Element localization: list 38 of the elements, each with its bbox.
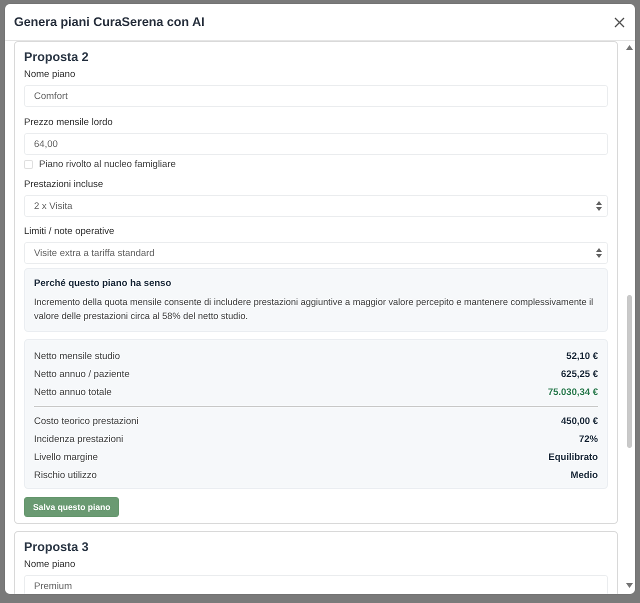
stat-label: Incidenza prestazioni (34, 434, 124, 444)
scroll-up-icon[interactable] (626, 45, 632, 50)
proposal-title: Proposta 3 (24, 540, 90, 554)
proposal-title: Proposta 2 (24, 50, 90, 64)
input-field[interactable]: Premium (24, 575, 608, 594)
stat-value: 450,00 € (561, 416, 598, 426)
field-label: Prestazioni incluse (24, 179, 104, 190)
stat-label: Livello margine (34, 452, 98, 462)
stat-value: Medio (570, 470, 598, 480)
stat-label: Netto mensile studio (34, 350, 120, 362)
stat-value: Equilibrato (548, 452, 598, 462)
stat-value: 72% (578, 434, 598, 444)
stat-label: Costo teorico prestazioni (34, 416, 139, 426)
stat-value: 75.030,34 € (548, 386, 598, 398)
field-label: Nome piano (24, 69, 76, 80)
close-icon[interactable] (614, 16, 625, 28)
spinner-arrows-icon[interactable] (596, 247, 602, 259)
stat-value: 52,10 € (566, 350, 598, 362)
dialog-title: Genera piani CuraSerena con AI (14, 15, 205, 29)
checkbox-label: Piano rivolto al nucleo famigliare (39, 159, 176, 170)
checkbox[interactable] (24, 160, 33, 169)
input-field[interactable]: Comfort (24, 85, 608, 107)
scrollbar-thumb[interactable] (626, 295, 632, 448)
stat-label: Rischio utilizzo (34, 470, 97, 480)
spinner-arrows-icon[interactable] (596, 200, 602, 212)
info-text: Incremento della quota mensile consente di includere prestazioni aggiuntive a maggior valore percepito e mantenere complessivamente il valore delle prestazioni circa al 58% del netto studio. (34, 296, 594, 323)
field-label: Nome piano (24, 559, 76, 570)
stat-label: Netto annuo totale (34, 386, 112, 398)
save-button[interactable]: Salva questo piano (24, 497, 120, 517)
stat-label: Netto annuo / paziente (34, 368, 130, 380)
info-title: Perché questo piano ha senso (34, 278, 172, 289)
input-field[interactable]: 64,00 (24, 133, 608, 155)
scroll-down-icon[interactable] (626, 583, 632, 588)
stat-value: 625,25 € (561, 368, 598, 380)
text-area[interactable]: Visite extra a tariffa standard (24, 242, 608, 264)
text-area[interactable]: 2 x Visita (24, 195, 608, 217)
field-label: Limiti / note operative (24, 226, 116, 237)
field-label: Prezzo mensile lordo (24, 117, 114, 128)
